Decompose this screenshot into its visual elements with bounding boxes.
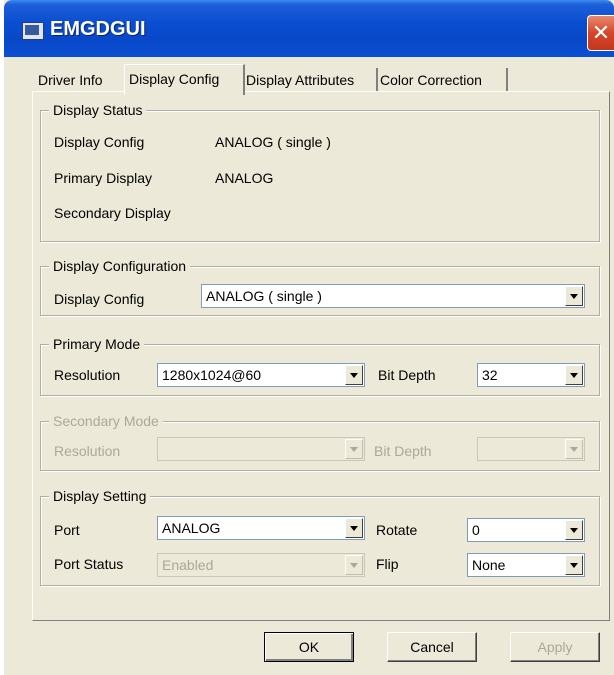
chevron-down-icon	[345, 555, 363, 575]
rotate-value: 0	[472, 522, 480, 538]
chevron-down-icon[interactable]	[565, 555, 583, 575]
primary-mode-title: Primary Mode	[49, 335, 145, 353]
title-bar[interactable]: EMGDGUI ✕	[4, 0, 614, 57]
chevron-down-icon	[565, 439, 583, 459]
port-status-select: Enabled	[157, 553, 365, 577]
display-config-label: Display Config	[54, 291, 145, 307]
secondary-resolution-label: Resolution	[54, 443, 121, 459]
primary-resolution-label: Resolution	[54, 367, 121, 383]
window-title: EMGDGUI	[50, 18, 146, 40]
status-display-config-value: ANALOG ( single )	[215, 134, 331, 150]
rotate-select[interactable]: 0	[467, 518, 585, 542]
secondary-bitdepth-select	[477, 437, 585, 461]
status-primary-display-label: Primary Display	[54, 170, 153, 186]
primary-bitdepth-select[interactable]: 32	[477, 363, 585, 387]
tab-display-config[interactable]: Display Config	[124, 64, 245, 95]
tab-driver-info[interactable]: Driver Info	[34, 68, 128, 92]
chevron-down-icon[interactable]	[345, 518, 363, 538]
status-secondary-display-label: Secondary Display	[54, 205, 171, 221]
status-primary-display-value: ANALOG	[215, 170, 274, 186]
chevron-down-icon[interactable]	[565, 520, 583, 540]
chevron-down-icon[interactable]	[565, 286, 583, 306]
secondary-mode-title: Secondary Mode	[49, 412, 163, 430]
port-status-value: Enabled	[162, 557, 214, 573]
display-setting-title: Display Setting	[49, 487, 151, 505]
display-config-select-value: ANALOG ( single )	[206, 288, 322, 304]
chevron-down-icon[interactable]	[565, 365, 583, 385]
cancel-button[interactable]: Cancel	[387, 632, 477, 662]
tab-display-attributes[interactable]: Display Attributes	[242, 68, 378, 92]
primary-resolution-value: 1280x1024@60	[162, 367, 262, 383]
display-status-title: Display Status	[49, 101, 147, 119]
ok-button[interactable]: OK	[264, 632, 354, 662]
port-status-label: Port Status	[54, 556, 124, 572]
chevron-down-icon	[345, 439, 363, 459]
app-icon	[22, 22, 44, 40]
display-config-select[interactable]: ANALOG ( single )	[201, 284, 585, 308]
primary-bitdepth-value: 32	[482, 367, 498, 383]
primary-bitdepth-label: Bit Depth	[378, 367, 436, 383]
secondary-resolution-select	[157, 437, 365, 461]
flip-label: Flip	[376, 556, 399, 572]
port-select[interactable]: ANALOG	[157, 516, 365, 540]
port-label: Port	[54, 522, 80, 538]
status-display-config-label: Display Config	[54, 134, 145, 150]
emgdgui-window: EMGDGUI ✕ Driver Info Display Config Dis…	[4, 0, 614, 675]
display-configuration-title: Display Configuration	[49, 257, 191, 275]
chevron-down-icon[interactable]	[345, 365, 363, 385]
close-icon: ✕	[591, 20, 611, 45]
rotate-label: Rotate	[376, 522, 418, 538]
apply-button: Apply	[510, 632, 600, 662]
flip-select[interactable]: None	[467, 553, 585, 577]
secondary-bitdepth-label: Bit Depth	[374, 443, 432, 459]
port-value: ANALOG	[162, 520, 221, 536]
primary-resolution-select[interactable]: 1280x1024@60	[157, 363, 365, 387]
close-button[interactable]: ✕	[587, 15, 614, 51]
tab-color-correction[interactable]: Color Correction	[376, 68, 508, 92]
flip-value: None	[472, 557, 506, 573]
